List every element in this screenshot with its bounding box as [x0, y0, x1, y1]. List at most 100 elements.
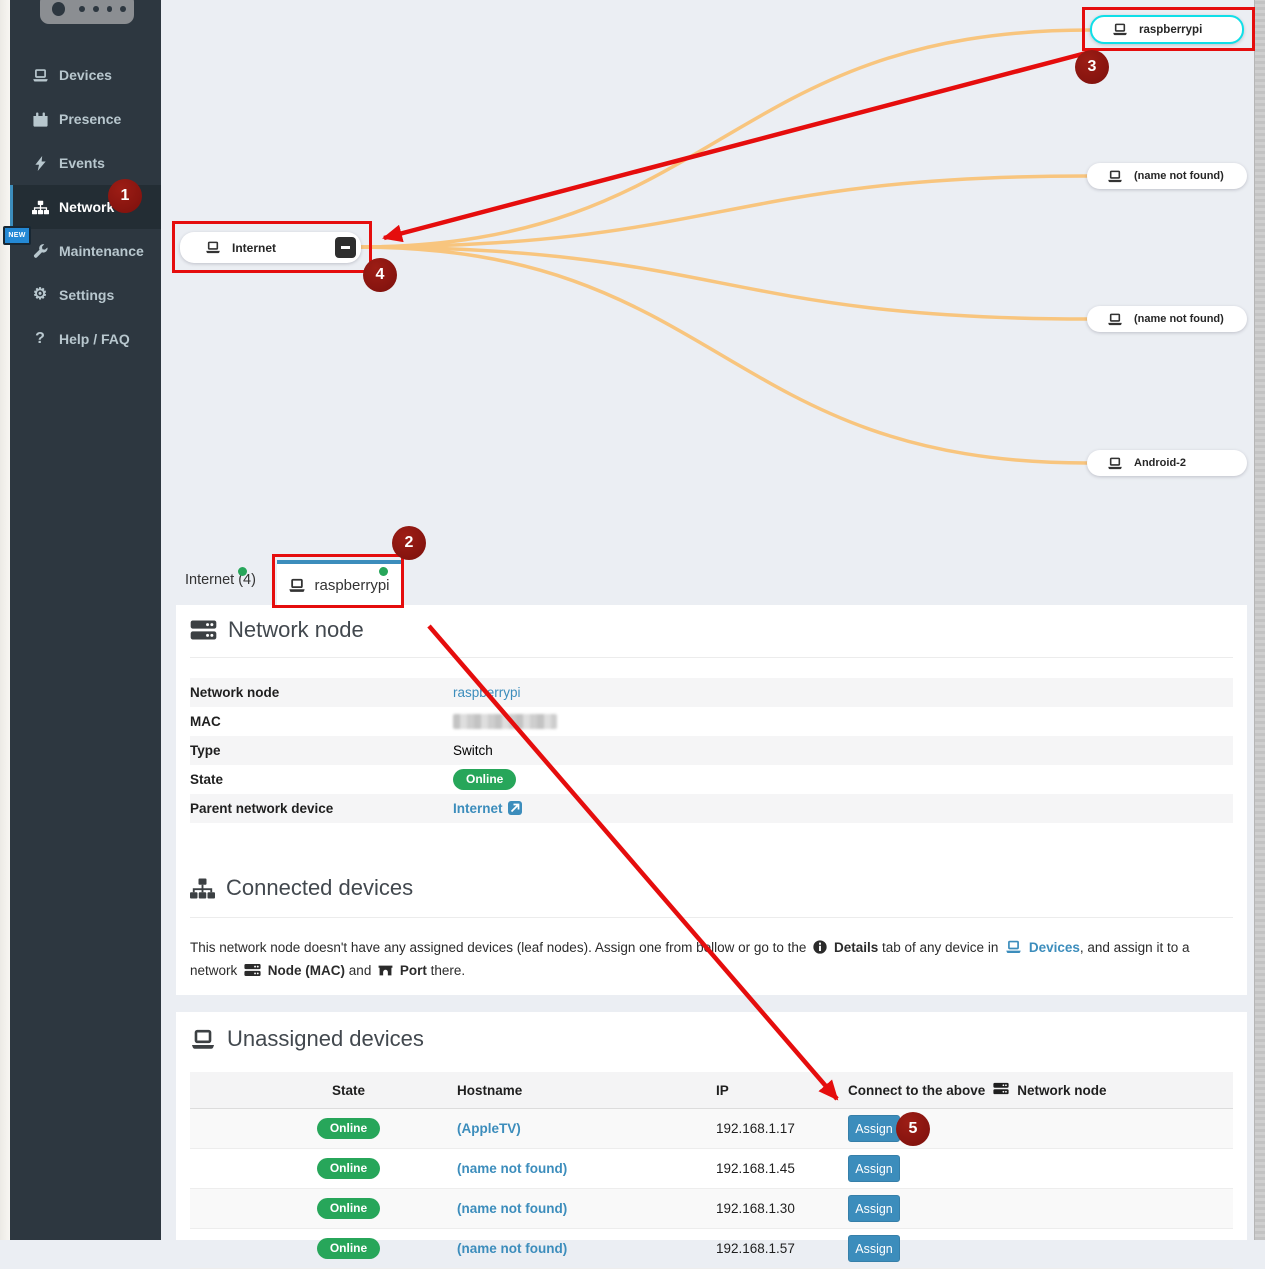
sidebar-item-label: Help / FAQ [59, 331, 130, 347]
server-icon [190, 619, 217, 641]
topology-node-android-2[interactable]: Android-2 [1087, 450, 1247, 476]
hostname-link[interactable]: (name not found) [457, 1161, 567, 1176]
devices-link[interactable]: Devices [1029, 940, 1080, 955]
sidebar-item-label: Settings [59, 287, 114, 303]
topology-node-unnamed-1[interactable]: (name not found) [1087, 163, 1247, 189]
sitemap-icon [30, 199, 50, 216]
sidebar-item-devices[interactable]: Devices [10, 53, 161, 97]
assign-button[interactable]: Assign [848, 1155, 900, 1182]
bolt-icon [30, 155, 50, 172]
network-node-link[interactable]: raspberrypi [453, 685, 521, 700]
table-row: Online (name not found) 192.168.1.45 Ass… [190, 1149, 1233, 1189]
node-label: raspberrypi [1139, 24, 1202, 36]
table-row: Online (name not found) 192.168.1.57 Ass… [190, 1229, 1233, 1269]
external-link-icon[interactable] [508, 801, 522, 815]
port-icon [378, 962, 393, 983]
status-badge: Online [317, 1238, 380, 1258]
ip-value: 192.168.1.45 [716, 1161, 848, 1176]
table-header: State Hostname IP Connect to the above N… [190, 1072, 1233, 1109]
detail-row: Parent network device Internet [190, 794, 1233, 823]
parent-device-link[interactable]: Internet [453, 801, 503, 816]
network-topology-graph[interactable]: Internet raspberrypi (name not found) (n… [161, 0, 1255, 558]
server-icon [244, 962, 261, 983]
sidebar-item-network[interactable]: Network [10, 185, 161, 229]
topology-links [161, 0, 1255, 558]
server-icon [993, 1082, 1009, 1098]
detail-row: MAC [190, 707, 1233, 736]
assign-button[interactable]: Assign [848, 1195, 900, 1222]
sidebar-item-label: Maintenance [59, 243, 144, 259]
hostname-link[interactable]: (name not found) [457, 1201, 567, 1216]
ip-value: 192.168.1.57 [716, 1241, 848, 1256]
info-icon [813, 939, 827, 960]
laptop-icon [1107, 313, 1123, 326]
unassigned-devices-heading: Unassigned devices [190, 1026, 424, 1052]
divider [190, 917, 1233, 918]
sidebar-item-events[interactable]: Events [10, 141, 161, 185]
no-assigned-devices-message: This network node doesn't have any assig… [190, 937, 1236, 983]
topology-node-raspberrypi[interactable]: raspberrypi [1090, 15, 1244, 44]
ip-value: 192.168.1.17 [716, 1121, 848, 1136]
table-row: Online (AppleTV) 192.168.1.17 Assign [190, 1109, 1233, 1149]
table-row: Online (name not found) 192.168.1.30 Ass… [190, 1189, 1233, 1229]
hostname-link[interactable]: (name not found) [457, 1241, 567, 1256]
column-header-state: State [190, 1083, 457, 1098]
redacted-mac-value [453, 714, 557, 729]
laptop-icon [1112, 23, 1128, 36]
detail-label: MAC [190, 714, 453, 729]
collapse-node-button[interactable] [335, 237, 356, 258]
assign-button[interactable]: Assign [848, 1235, 900, 1262]
scrollbar-track[interactable] [1254, 0, 1265, 1240]
node-label: (name not found) [1134, 170, 1224, 182]
sidebar-item-label: Events [59, 155, 105, 171]
topology-node-unnamed-2[interactable]: (name not found) [1087, 306, 1247, 332]
unassigned-devices-table: State Hostname IP Connect to the above N… [190, 1072, 1233, 1269]
status-badge: Online [453, 769, 516, 789]
section-title: Unassigned devices [227, 1026, 424, 1052]
detail-row: State Online [190, 765, 1233, 794]
laptop-icon [190, 1029, 216, 1050]
topology-node-internet[interactable]: Internet [180, 232, 361, 263]
network-node-details: Network node raspberrypi MAC Type Switch… [190, 678, 1233, 823]
laptop-icon [30, 67, 50, 84]
network-node-panel: Network node Network node raspberrypi MA… [176, 605, 1247, 995]
laptop-icon [1107, 457, 1123, 470]
status-badge: Online [317, 1118, 380, 1138]
sidebar-item-label: Network [59, 199, 114, 215]
detail-label: Parent network device [190, 801, 453, 816]
sidebar: Devices Presence Events Network Maintena… [10, 0, 161, 1240]
app-logo [40, 0, 134, 24]
sidebar-item-help[interactable]: ? Help / FAQ [10, 317, 161, 361]
laptop-icon [205, 241, 221, 254]
node-label: Internet [232, 241, 276, 255]
node-label: Android-2 [1134, 457, 1186, 469]
laptop-icon [1005, 939, 1022, 960]
sidebar-item-label: Devices [59, 67, 112, 83]
online-dot [238, 567, 247, 576]
detail-label: Type [190, 743, 453, 758]
network-node-heading: Network node [190, 617, 364, 643]
node-label: (name not found) [1134, 313, 1224, 325]
page-left-edge [0, 0, 10, 1240]
sidebar-item-presence[interactable]: Presence [10, 97, 161, 141]
online-dot [379, 567, 388, 576]
detail-label: Network node [190, 685, 453, 700]
sitemap-icon [190, 878, 215, 899]
detail-row: Type Switch [190, 736, 1233, 765]
new-feature-badge: NEW [3, 226, 31, 245]
assign-button[interactable]: Assign [848, 1115, 900, 1142]
connected-devices-heading: Connected devices [190, 875, 413, 901]
detail-value: Switch [453, 743, 493, 758]
laptop-icon [288, 578, 306, 593]
status-badge: Online [317, 1158, 380, 1178]
section-title: Connected devices [226, 875, 413, 901]
sidebar-item-settings[interactable]: ⚙ Settings [10, 273, 161, 317]
status-badge: Online [317, 1198, 380, 1218]
ip-value: 192.168.1.30 [716, 1201, 848, 1216]
column-header-connect: Connect to the above Network node [848, 1082, 1233, 1098]
sidebar-item-maintenance[interactable]: Maintenance [10, 229, 161, 273]
hostname-link[interactable]: (AppleTV) [457, 1121, 521, 1136]
laptop-icon [1107, 170, 1123, 183]
sidebar-item-label: Presence [59, 111, 121, 127]
section-title: Network node [228, 617, 364, 643]
